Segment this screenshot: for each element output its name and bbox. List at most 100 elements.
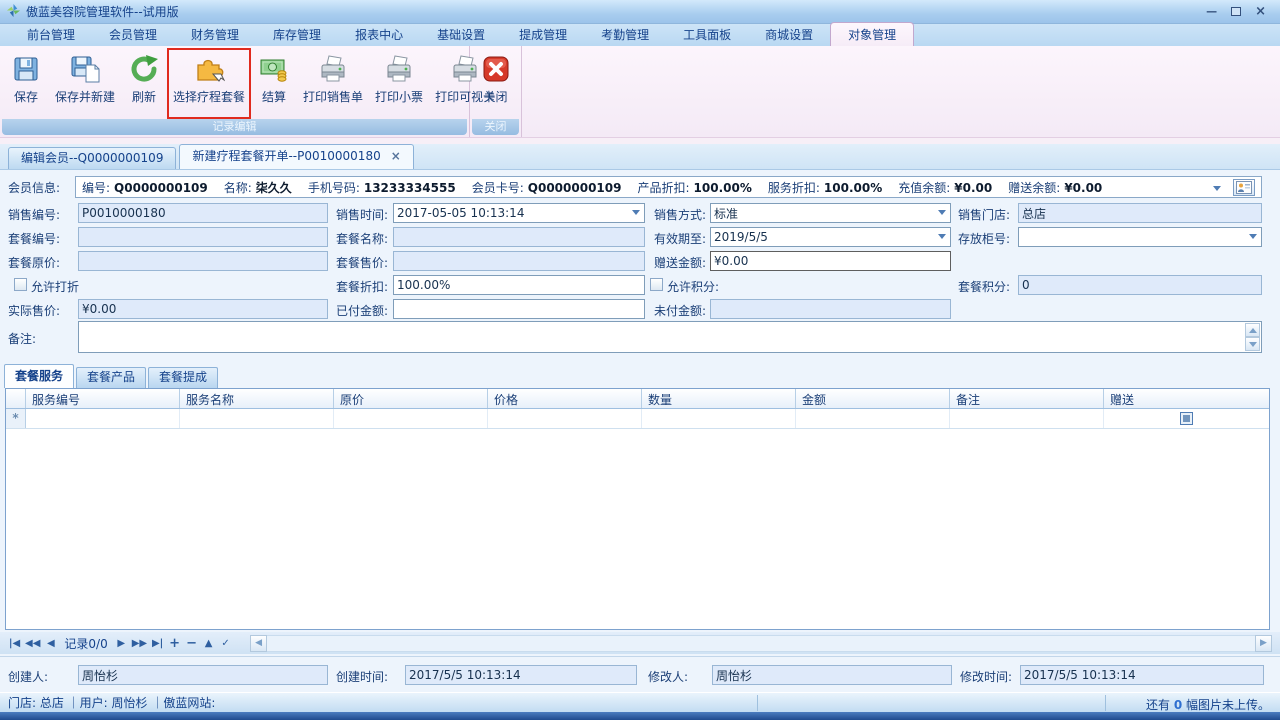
creator-field[interactable] xyxy=(78,665,328,685)
tab-package-commission[interactable]: 套餐提成 xyxy=(148,367,218,388)
col-service-no[interactable]: 服务编号 xyxy=(26,389,180,408)
choose-course-package-button[interactable]: 选择疗程套餐 xyxy=(167,48,251,119)
menu-tab-commission[interactable]: 提成管理 xyxy=(502,23,584,46)
print-receipt-button[interactable]: 打印小票 xyxy=(369,48,429,119)
tab-close-icon[interactable]: × xyxy=(391,149,401,163)
allow-discount-checkbox[interactable] xyxy=(14,278,27,291)
tab-package-products[interactable]: 套餐产品 xyxy=(76,367,146,388)
nav-next-button[interactable]: ▶ xyxy=(113,638,130,649)
print-sales-order-button[interactable]: 打印销售单 xyxy=(297,48,369,119)
nav-delete-button[interactable]: − xyxy=(183,636,200,651)
col-quantity[interactable]: 数量 xyxy=(642,389,796,408)
locker-no-field[interactable] xyxy=(1018,227,1262,247)
nav-first-button[interactable]: |◀ xyxy=(6,638,23,649)
menu-tab-mall-settings[interactable]: 商城设置 xyxy=(748,23,830,46)
menu-tab-basic-settings[interactable]: 基础设置 xyxy=(420,23,502,46)
col-amount[interactable]: 金额 xyxy=(796,389,950,408)
nav-append-button[interactable]: + xyxy=(166,636,183,651)
pkg-discount-field[interactable] xyxy=(393,275,645,295)
nav-last-button[interactable]: ▶| xyxy=(149,638,166,649)
printer-icon xyxy=(382,52,416,86)
col-price[interactable]: 价格 xyxy=(488,389,642,408)
paid-amount-field[interactable] xyxy=(393,299,645,319)
sale-store-label: 销售门店: xyxy=(958,206,1010,223)
pkg-points-field[interactable] xyxy=(1018,275,1262,295)
remark-scroll-up-button[interactable] xyxy=(1245,323,1260,337)
valid-until-field[interactable] xyxy=(710,227,951,247)
menu-tab-inventory[interactable]: 库存管理 xyxy=(256,23,338,46)
col-remark[interactable]: 备注 xyxy=(950,389,1104,408)
menu-tab-finance[interactable]: 财务管理 xyxy=(174,23,256,46)
grid-new-row[interactable]: * xyxy=(6,409,1269,429)
sale-no-field[interactable] xyxy=(78,203,328,223)
nav-prev-button[interactable]: ◀ xyxy=(42,638,59,649)
refresh-button[interactable]: 刷新 xyxy=(121,48,167,119)
gift-amount-field[interactable] xyxy=(710,251,951,271)
paid-amount-label: 已付金额: xyxy=(336,302,388,319)
valid-until-label: 有效期至: xyxy=(654,230,706,247)
actual-price-field[interactable] xyxy=(78,299,328,319)
nav-prev-page-button[interactable]: ◀◀ xyxy=(23,638,42,649)
document-tab-strip: 编辑会员--Q0000000109 新建疗程套餐开单--P0010000180× xyxy=(0,144,1280,170)
allow-points-checkbox[interactable] xyxy=(650,278,663,291)
col-service-name[interactable]: 服务名称 xyxy=(180,389,334,408)
minimize-button[interactable]: — xyxy=(1206,6,1217,17)
remark-field[interactable] xyxy=(78,321,1262,353)
menu-tab-front-desk[interactable]: 前台管理 xyxy=(10,23,92,46)
sale-mode-dropdown-icon[interactable] xyxy=(938,210,946,215)
scroll-left-icon[interactable]: ◀ xyxy=(250,635,267,652)
new-row-marker: * xyxy=(6,409,26,428)
save-button[interactable]: 保存 xyxy=(3,48,49,119)
member-dropdown-icon[interactable] xyxy=(1213,186,1221,191)
scroll-right-icon[interactable]: ▶ xyxy=(1255,635,1272,652)
sale-time-dropdown-icon[interactable] xyxy=(632,210,640,215)
tab-package-services[interactable]: 套餐服务 xyxy=(4,364,74,388)
audit-bar: 创建人: 创建时间: 修改人: 修改时间: xyxy=(0,656,1280,692)
pkg-sale-price-field[interactable] xyxy=(393,251,645,271)
col-original-price[interactable]: 原价 xyxy=(334,389,488,408)
sale-no-label: 销售编号: xyxy=(8,206,60,223)
sale-mode-field[interactable] xyxy=(710,203,951,223)
title-bar: 傲蓝美容院管理软件--试用版 — × xyxy=(0,0,1280,24)
pkg-no-field[interactable] xyxy=(78,227,328,247)
grid-horizontal-scrollbar[interactable]: ◀ ▶ xyxy=(250,635,1272,652)
create-time-field[interactable] xyxy=(405,665,637,685)
member-card-button[interactable] xyxy=(1233,179,1255,196)
save-and-new-button[interactable]: 保存并新建 xyxy=(49,48,121,119)
save-floppy-icon xyxy=(9,52,43,86)
pkg-name-field[interactable] xyxy=(393,227,645,247)
services-grid: 服务编号 服务名称 原价 价格 数量 金额 备注 赠送 * xyxy=(5,388,1270,630)
nav-edit-button[interactable]: ▲ xyxy=(200,638,217,649)
refresh-icon xyxy=(127,52,161,86)
nav-post-button[interactable]: ✓ xyxy=(217,638,234,649)
member-recharge-balance: 充值余额:¥0.00 xyxy=(898,179,992,196)
menu-tab-members[interactable]: 会员管理 xyxy=(92,23,174,46)
pkg-sale-price-label: 套餐售价: xyxy=(336,254,388,271)
member-no: 编号:Q0000000109 xyxy=(82,179,208,196)
doc-tab-new-course-package[interactable]: 新建疗程套餐开单--P0010000180× xyxy=(179,144,413,169)
valid-until-dropdown-icon[interactable] xyxy=(938,234,946,239)
remark-scroll-down-button[interactable] xyxy=(1245,337,1260,351)
modifier-field[interactable] xyxy=(712,665,952,685)
doc-tab-edit-member[interactable]: 编辑会员--Q0000000109 xyxy=(8,147,176,169)
col-gift[interactable]: 赠送 xyxy=(1104,389,1269,408)
restore-button[interactable] xyxy=(1231,7,1241,16)
close-window-button[interactable]: × xyxy=(1255,5,1266,18)
pkg-orig-price-field[interactable] xyxy=(78,251,328,271)
menu-tab-attendance[interactable]: 考勤管理 xyxy=(584,23,666,46)
ribbon-group-record-edit: 保存 保存并新建 刷新 选择疗程套餐 xyxy=(0,46,470,137)
unpaid-amount-field[interactable] xyxy=(710,299,951,319)
sale-store-field[interactable] xyxy=(1018,203,1262,223)
locker-no-dropdown-icon[interactable] xyxy=(1249,234,1257,239)
ribbon: 保存 保存并新建 刷新 选择疗程套餐 xyxy=(0,46,1280,138)
menu-tab-tools[interactable]: 工具面板 xyxy=(666,23,748,46)
nav-next-page-button[interactable]: ▶▶ xyxy=(130,638,149,649)
modify-time-field[interactable] xyxy=(1020,665,1264,685)
actual-price-label: 实际售价: xyxy=(8,302,60,319)
menu-tab-object-management[interactable]: 对象管理 xyxy=(830,22,914,46)
sale-time-field[interactable] xyxy=(393,203,645,223)
close-tab-button[interactable]: 关闭 xyxy=(473,48,519,119)
menu-tab-reports[interactable]: 报表中心 xyxy=(338,23,420,46)
gift-checkbox[interactable] xyxy=(1180,412,1193,425)
settle-button[interactable]: 结算 xyxy=(251,48,297,119)
